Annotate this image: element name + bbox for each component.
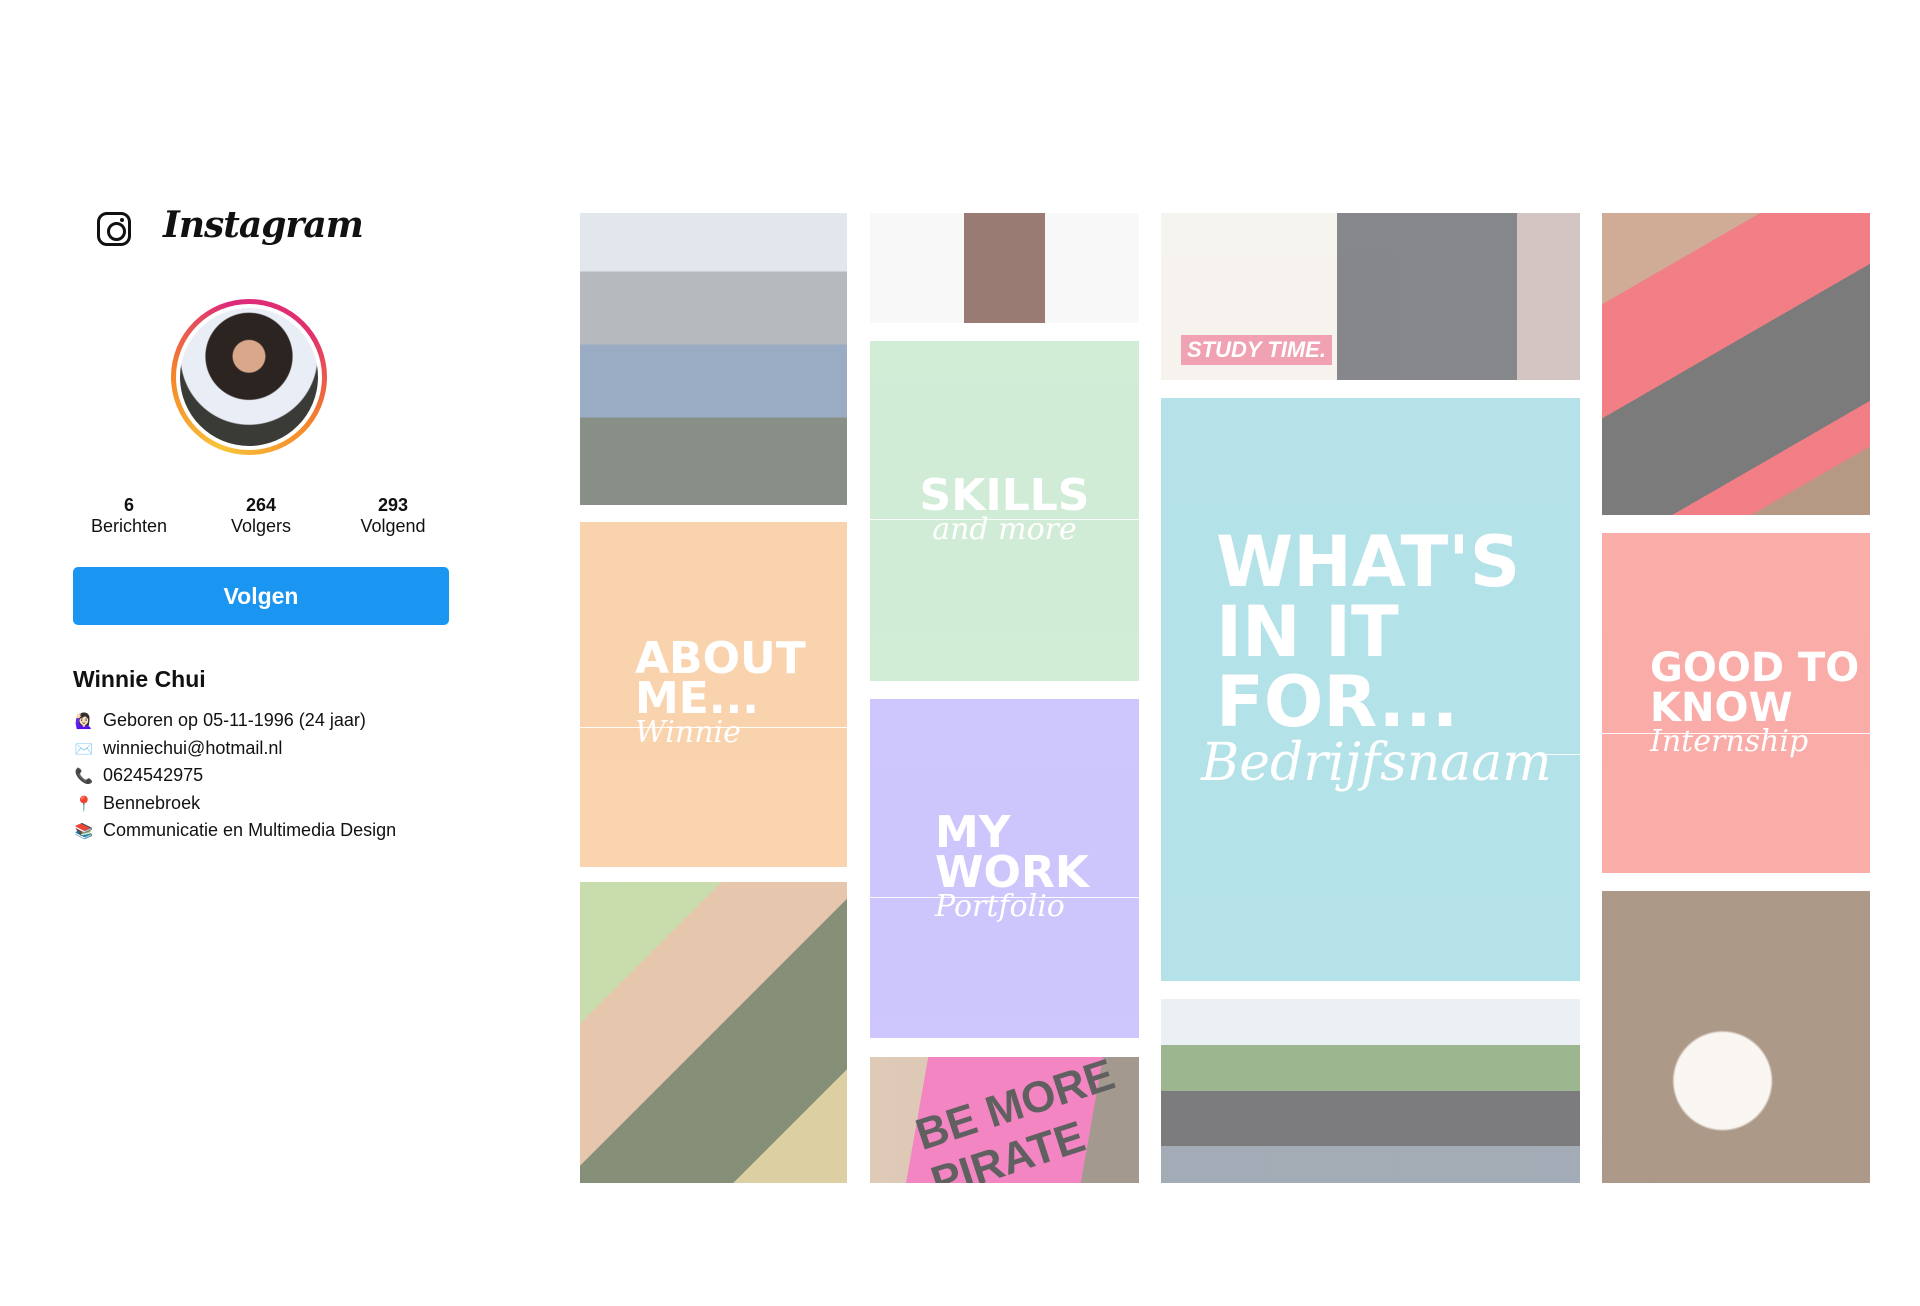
info-study: 📚 Communicatie en Multimedia Design: [73, 820, 396, 841]
post-good-to-know[interactable]: GOOD TO KNOW Internship: [1602, 533, 1870, 873]
divider: [1546, 754, 1580, 755]
person-icon: 🙋🏻‍♀️: [74, 712, 94, 730]
post-title: MY WORK: [935, 807, 1089, 898]
post-title: WHAT'S IN IT FOR...: [1216, 520, 1521, 743]
stat-followers[interactable]: 264 Volgers: [196, 495, 326, 537]
post-coffee[interactable]: [1602, 891, 1870, 1183]
info-text: 0624542975: [103, 765, 204, 785]
info-email: ✉️ winniechui@hotmail.nl: [73, 738, 283, 759]
info-birthday: 🙋🏻‍♀️ Geboren op 05-11-1996 (24 jaar): [73, 710, 366, 731]
post-skills[interactable]: SKILLS and more: [870, 341, 1139, 681]
stat-value: 293: [377, 495, 409, 515]
post-festival[interactable]: [580, 882, 847, 1183]
divider: [870, 897, 1139, 898]
post-my-work[interactable]: MY WORK Portfolio: [870, 699, 1139, 1038]
post-subtitle: Bedrijfsnaam: [1201, 732, 1552, 793]
stat-label: Volgend: [360, 516, 426, 536]
instagram-icon[interactable]: [97, 212, 131, 246]
divider: [870, 519, 1139, 520]
study-time-label: STUDY TIME.: [1181, 335, 1332, 365]
post-subtitle: and more: [932, 511, 1077, 547]
stat-posts[interactable]: 6 Berichten: [64, 495, 194, 537]
avatar-photo: [180, 308, 318, 446]
books-icon: 📚: [74, 822, 94, 840]
info-text: winniechui@hotmail.nl: [103, 738, 283, 758]
phone-icon: 📞: [74, 767, 94, 785]
post-about-me[interactable]: ABOUT ME... Winnie: [580, 522, 847, 867]
envelope-icon: ✉️: [74, 740, 94, 758]
pirate-text: BE MORE PIRATE: [909, 1057, 1121, 1183]
profile-name: Winnie Chui: [73, 666, 206, 692]
info-text: Communicatie en Multimedia Design: [103, 820, 397, 840]
post-title: ABOUT ME...: [635, 633, 806, 724]
stat-label: Volgers: [230, 516, 292, 536]
divider: [1602, 733, 1870, 734]
stat-value: 6: [123, 495, 134, 515]
post-subtitle: Internship: [1650, 723, 1809, 759]
post-friends-harbor[interactable]: [580, 213, 847, 505]
stat-following[interactable]: 293 Volgend: [328, 495, 458, 537]
info-text: Geboren op 05-11-1996 (24 jaar): [103, 710, 366, 730]
post-study-time[interactable]: STUDY TIME.: [1161, 213, 1580, 380]
pin-icon: 📍: [74, 795, 94, 813]
post-portrait[interactable]: [870, 213, 1139, 323]
post-group-photo[interactable]: [1161, 999, 1580, 1183]
follow-button[interactable]: Volgen: [73, 567, 449, 625]
stat-value: 264: [245, 495, 277, 515]
info-location: 📍 Bennebroek: [73, 793, 200, 814]
post-beefeater[interactable]: [1602, 213, 1870, 515]
instagram-wordmark[interactable]: Instagram: [163, 204, 364, 246]
divider: [580, 727, 847, 728]
post-be-more-pirate[interactable]: BE MORE PIRATE: [870, 1057, 1139, 1183]
avatar[interactable]: [171, 299, 327, 455]
info-text: Bennebroek: [103, 793, 201, 813]
post-subtitle: Winnie: [635, 715, 741, 750]
post-title: SKILLS: [919, 469, 1090, 521]
stat-label: Berichten: [90, 516, 168, 536]
info-phone: 📞 0624542975: [73, 765, 203, 786]
post-whats-in-it[interactable]: WHAT'S IN IT FOR... Bedrijfsnaam: [1161, 398, 1580, 981]
post-title: GOOD TO KNOW: [1650, 644, 1860, 731]
post-subtitle: Portfolio: [935, 889, 1065, 924]
